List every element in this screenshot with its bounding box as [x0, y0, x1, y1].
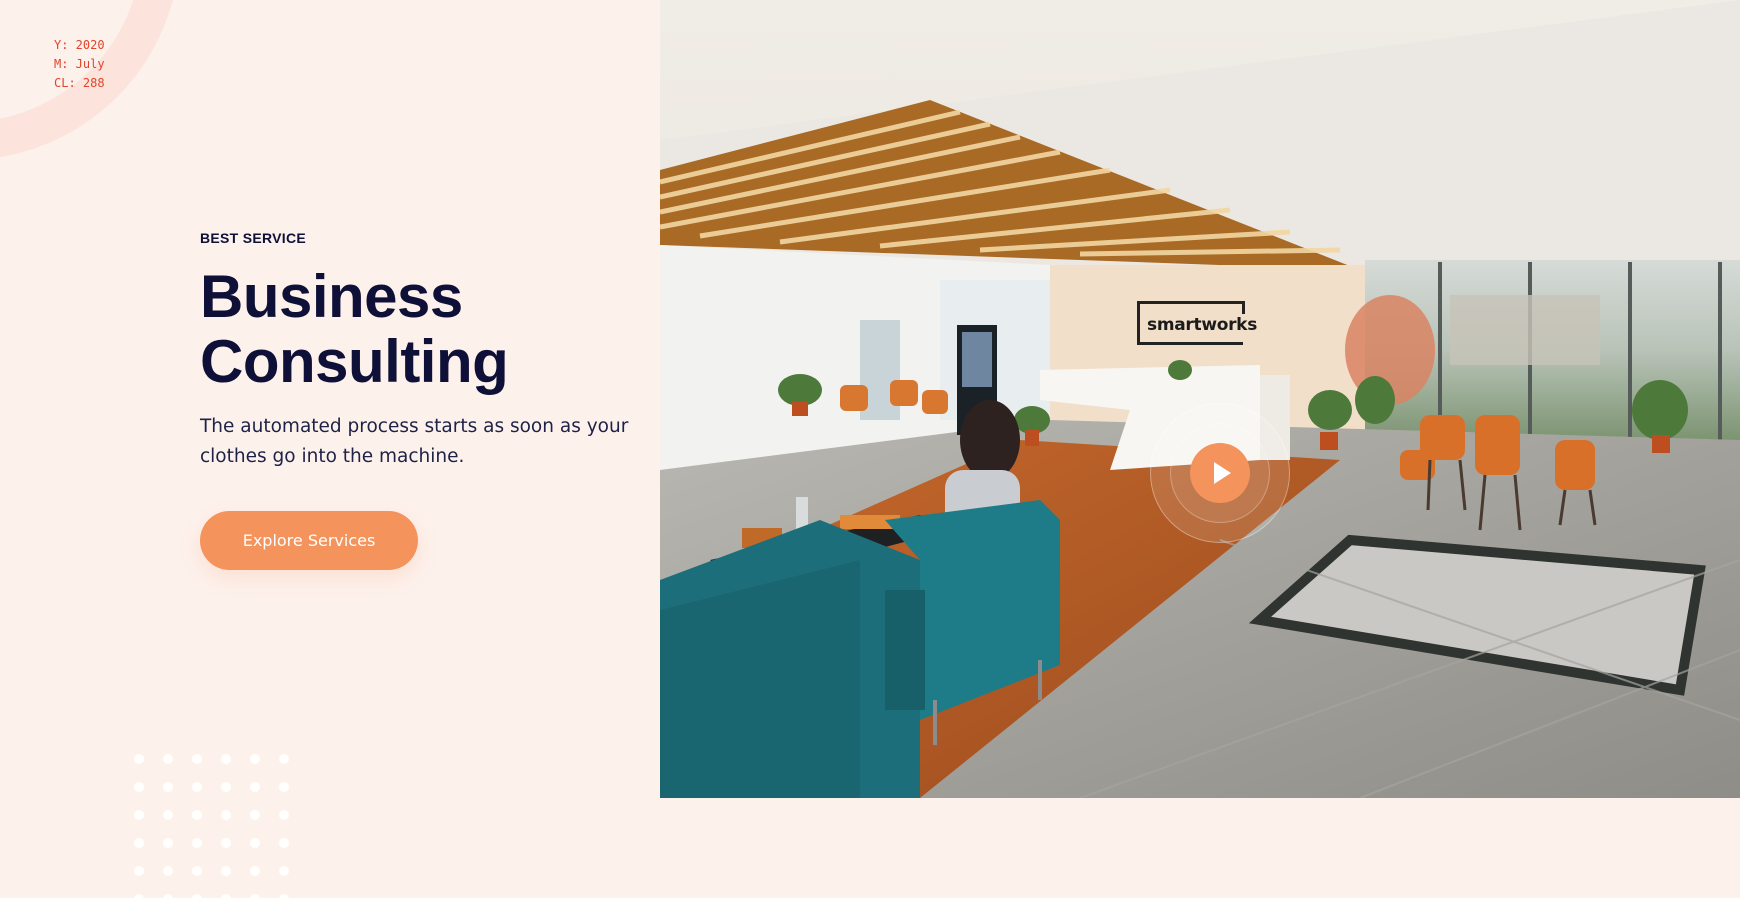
- meta-year: Y: 2020: [54, 38, 105, 52]
- hero-section: Y: 2020 M: July CL: 288 BEST SERVICE Bus…: [0, 0, 1740, 898]
- dot: [221, 894, 231, 898]
- dot: [279, 838, 289, 848]
- meta-month: M: July: [54, 57, 105, 71]
- dot: [221, 754, 231, 764]
- smartworks-sign: smartworks: [1137, 301, 1257, 345]
- dot: [221, 866, 231, 876]
- hero-title-line-2: Consulting: [200, 328, 509, 395]
- office-lobby-illustration: [660, 0, 1740, 798]
- meta-cl: CL: 288: [54, 76, 105, 90]
- hero-title-line-1: Business: [200, 263, 463, 330]
- video-play-button[interactable]: [1150, 403, 1290, 543]
- dot: [279, 866, 289, 876]
- dot: [163, 754, 173, 764]
- dot: [250, 782, 260, 792]
- dot: [192, 838, 202, 848]
- dot: [134, 782, 144, 792]
- dot: [250, 838, 260, 848]
- play-core[interactable]: [1190, 443, 1250, 503]
- dot: [134, 838, 144, 848]
- hero-description: The automated process starts as soon as …: [200, 416, 629, 467]
- dot-pattern-decoration: [134, 745, 294, 898]
- dot: [279, 894, 289, 898]
- dot: [279, 754, 289, 764]
- dot: [163, 866, 173, 876]
- dot: [134, 754, 144, 764]
- dot: [279, 782, 289, 792]
- explore-services-button[interactable]: Explore Services: [200, 511, 418, 570]
- hero-title: Business Consulting: [200, 264, 640, 394]
- eyebrow-label: BEST SERVICE: [200, 230, 307, 246]
- dot: [192, 810, 202, 820]
- dot: [250, 894, 260, 898]
- hero-content: BEST SERVICE Business Consulting The aut…: [200, 230, 640, 472]
- dot: [163, 838, 173, 848]
- dot: [134, 810, 144, 820]
- dot: [192, 782, 202, 792]
- play-icon: [1213, 462, 1231, 484]
- dot: [192, 894, 202, 898]
- dot: [279, 810, 289, 820]
- dot: [221, 810, 231, 820]
- dot: [134, 894, 144, 898]
- dot: [221, 838, 231, 848]
- dot: [250, 810, 260, 820]
- office-lobby-photo: [660, 0, 1740, 798]
- dot: [163, 810, 173, 820]
- dot: [163, 894, 173, 898]
- dot: [134, 866, 144, 876]
- dot: [163, 782, 173, 792]
- dot: [192, 866, 202, 876]
- meta-overlay: Y: 2020 M: July CL: 288: [54, 36, 105, 93]
- dot: [250, 866, 260, 876]
- dot: [221, 782, 231, 792]
- dot: [192, 754, 202, 764]
- dot: [250, 754, 260, 764]
